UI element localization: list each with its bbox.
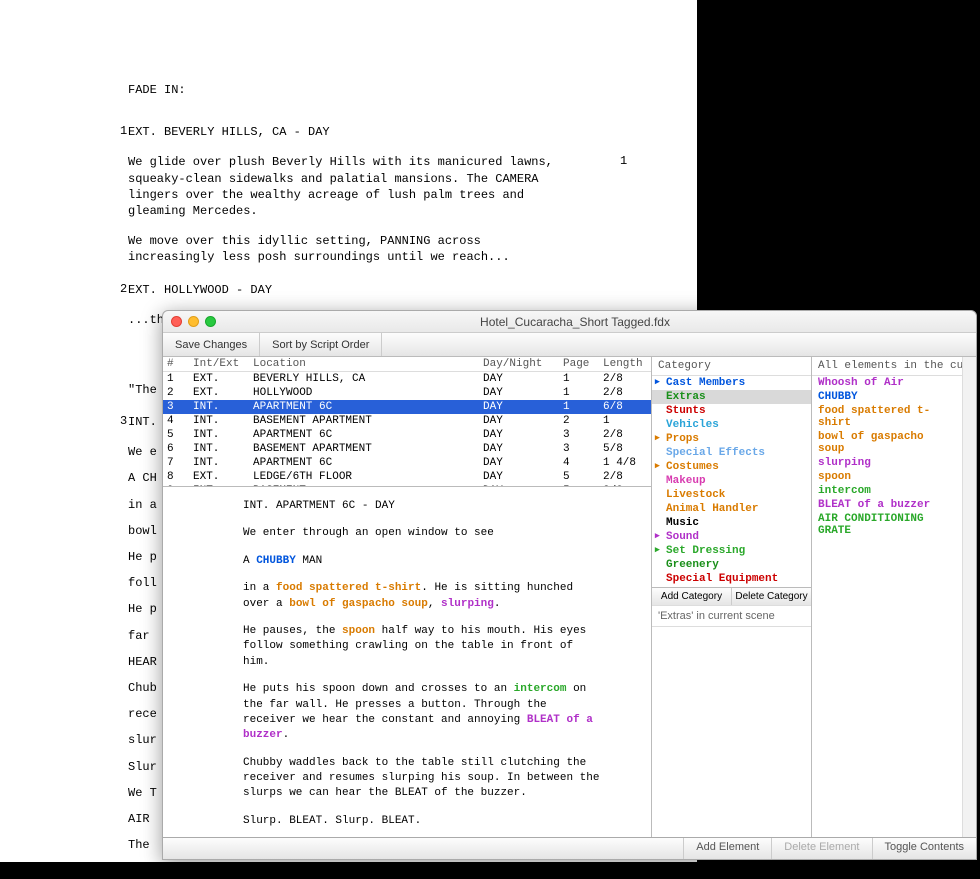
- tag-food-spattered-tshirt[interactable]: food spattered t-shirt: [276, 582, 421, 594]
- table-row[interactable]: 6INT.BASEMENT APARTMENTDAY35/8: [163, 442, 651, 456]
- add-element-button[interactable]: Add Element: [683, 838, 771, 859]
- element-item[interactable]: intercom: [812, 484, 962, 498]
- preview-line: He pauses, the spoon half way to his mou…: [243, 624, 603, 670]
- col-page[interactable]: Page: [561, 357, 601, 371]
- element-item[interactable]: BLEAT of a buzzer: [812, 498, 962, 512]
- category-item[interactable]: ▸Props: [652, 432, 811, 446]
- scrollbar[interactable]: [962, 357, 976, 837]
- elements-header: All elements in the curre...: [812, 357, 962, 376]
- element-item[interactable]: spoon: [812, 470, 962, 484]
- category-item[interactable]: Special Effects: [652, 446, 811, 460]
- fade-in: FADE IN:: [128, 82, 568, 98]
- category-item[interactable]: Greenery: [652, 558, 811, 572]
- category-item[interactable]: ▸Cast Members: [652, 376, 811, 390]
- preview-line: We enter through an open window to see: [243, 526, 603, 541]
- element-item[interactable]: bowl of gaspacho soup: [812, 430, 962, 456]
- preview-line: Slurp. BLEAT. Slurp. BLEAT.: [243, 814, 603, 829]
- element-item[interactable]: Whoosh of Air: [812, 376, 962, 390]
- preview-line: A CHUBBY MAN: [243, 554, 603, 569]
- table-row[interactable]: 4INT.BASEMENT APARTMENTDAY21: [163, 414, 651, 428]
- col-day-night[interactable]: Day/Night: [481, 357, 561, 371]
- action-paragraph: We move over this idyllic setting, PANNI…: [128, 233, 568, 265]
- category-item[interactable]: Stunts: [652, 404, 811, 418]
- category-scene-elements: [652, 627, 811, 838]
- category-item[interactable]: Special Equipment: [652, 572, 811, 586]
- category-item[interactable]: Security: [652, 586, 811, 587]
- category-item[interactable]: Music: [652, 516, 811, 530]
- element-item[interactable]: food spattered t-shirt: [812, 404, 962, 430]
- toggle-contents-button[interactable]: Toggle Contents: [872, 838, 977, 859]
- element-item[interactable]: slurping: [812, 456, 962, 470]
- delete-element-button[interactable]: Delete Element: [771, 838, 871, 859]
- tag-intercom[interactable]: intercom: [514, 683, 567, 695]
- add-category-button[interactable]: Add Category: [652, 588, 732, 605]
- element-item[interactable]: AIR CONDITIONING GRATE: [812, 512, 962, 538]
- category-item[interactable]: Vehicles: [652, 418, 811, 432]
- scene-number-left: 2: [120, 282, 127, 296]
- window-title: Hotel_Cucaracha_Short Tagged.fdx: [224, 315, 976, 329]
- script-preview[interactable]: INT. APARTMENT 6C - DAY We enter through…: [163, 487, 651, 837]
- category-header: Category: [652, 357, 811, 376]
- close-button[interactable]: [171, 316, 182, 327]
- fragment: mesh: [128, 863, 568, 879]
- minimize-button[interactable]: [188, 316, 199, 327]
- category-item[interactable]: ▸Costumes: [652, 460, 811, 474]
- save-changes-button[interactable]: Save Changes: [163, 333, 260, 356]
- toolbar: Save Changes Sort by Script Order: [163, 333, 976, 357]
- scene-2: 2 EXT. HOLLYWOOD - DAY 2: [60, 282, 637, 298]
- category-item[interactable]: ▸Sound: [652, 530, 811, 544]
- tag-chubby[interactable]: CHUBBY: [256, 555, 296, 567]
- scene-table[interactable]: # Int/Ext Location Day/Night Page Length…: [163, 357, 651, 487]
- preview-line: Chubby waddles back to the table still c…: [243, 756, 603, 802]
- zoom-button[interactable]: [205, 316, 216, 327]
- tag-spoon[interactable]: spoon: [342, 625, 375, 637]
- elements-column: All elements in the curre... Whoosh of A…: [812, 357, 962, 837]
- tagging-panel: Hotel_Cucaracha_Short Tagged.fdx Save Ch…: [162, 310, 977, 860]
- panel-footer: Add Element Delete Element Toggle Conten…: [163, 837, 976, 859]
- preview-line: He puts his spoon down and crosses to an…: [243, 682, 603, 744]
- scene-heading-text: EXT. HOLLYWOOD - DAY: [128, 282, 568, 298]
- category-list[interactable]: ▸Cast MembersExtrasStuntsVehicles▸PropsS…: [652, 376, 811, 587]
- table-header-row: # Int/Ext Location Day/Night Page Length: [163, 357, 651, 372]
- table-row[interactable]: 2EXT.HOLLYWOODDAY12/8: [163, 386, 651, 400]
- tag-bowl-gaspacho[interactable]: bowl of gaspacho soup: [289, 598, 428, 610]
- col-int-ext[interactable]: Int/Ext: [191, 357, 251, 371]
- scene-number-left: 3: [120, 414, 127, 428]
- tag-slurping[interactable]: slurping: [441, 598, 494, 610]
- table-row[interactable]: 5INT.APARTMENT 6CDAY32/8: [163, 428, 651, 442]
- table-row[interactable]: 3INT.APARTMENT 6CDAY16/8: [163, 400, 651, 414]
- col-length[interactable]: Length: [601, 357, 651, 371]
- scene-1: 1 EXT. BEVERLY HILLS, CA - DAY 1: [60, 124, 637, 140]
- category-item[interactable]: Makeup: [652, 474, 811, 488]
- preview-line: in a food spattered t-shirt. He is sitti…: [243, 581, 603, 612]
- table-row[interactable]: 1EXT.BEVERLY HILLS, CADAY12/8: [163, 372, 651, 386]
- delete-category-button[interactable]: Delete Category: [732, 588, 811, 605]
- category-item[interactable]: ▸Set Dressing: [652, 544, 811, 558]
- category-item[interactable]: Extras: [652, 390, 811, 404]
- category-hint: 'Extras' in current scene: [652, 605, 811, 627]
- category-column: Category ▸Cast MembersExtrasStuntsVehicl…: [652, 357, 812, 837]
- category-item[interactable]: Livestock: [652, 488, 811, 502]
- element-item[interactable]: CHUBBY: [812, 390, 962, 404]
- col-location[interactable]: Location: [251, 357, 481, 371]
- scene-heading-text: EXT. BEVERLY HILLS, CA - DAY: [128, 124, 568, 140]
- sort-by-script-order-button[interactable]: Sort by Script Order: [260, 333, 382, 356]
- category-item[interactable]: Animal Handler: [652, 502, 811, 516]
- elements-list[interactable]: Whoosh of AirCHUBBYfood spattered t-shir…: [812, 376, 962, 837]
- preview-scene-heading: INT. APARTMENT 6C - DAY: [243, 499, 603, 514]
- scene-number-left: 1: [120, 124, 127, 138]
- scene-number-right: 1: [620, 154, 627, 168]
- col-num[interactable]: #: [163, 357, 191, 371]
- action-paragraph: We glide over plush Beverly Hills with i…: [128, 154, 568, 219]
- window-titlebar[interactable]: Hotel_Cucaracha_Short Tagged.fdx: [163, 311, 976, 333]
- table-row[interactable]: 7INT.APARTMENT 6CDAY41 4/8: [163, 456, 651, 470]
- window-controls: [163, 316, 224, 327]
- table-row[interactable]: 8EXT.LEDGE/6TH FLOORDAY52/8: [163, 470, 651, 484]
